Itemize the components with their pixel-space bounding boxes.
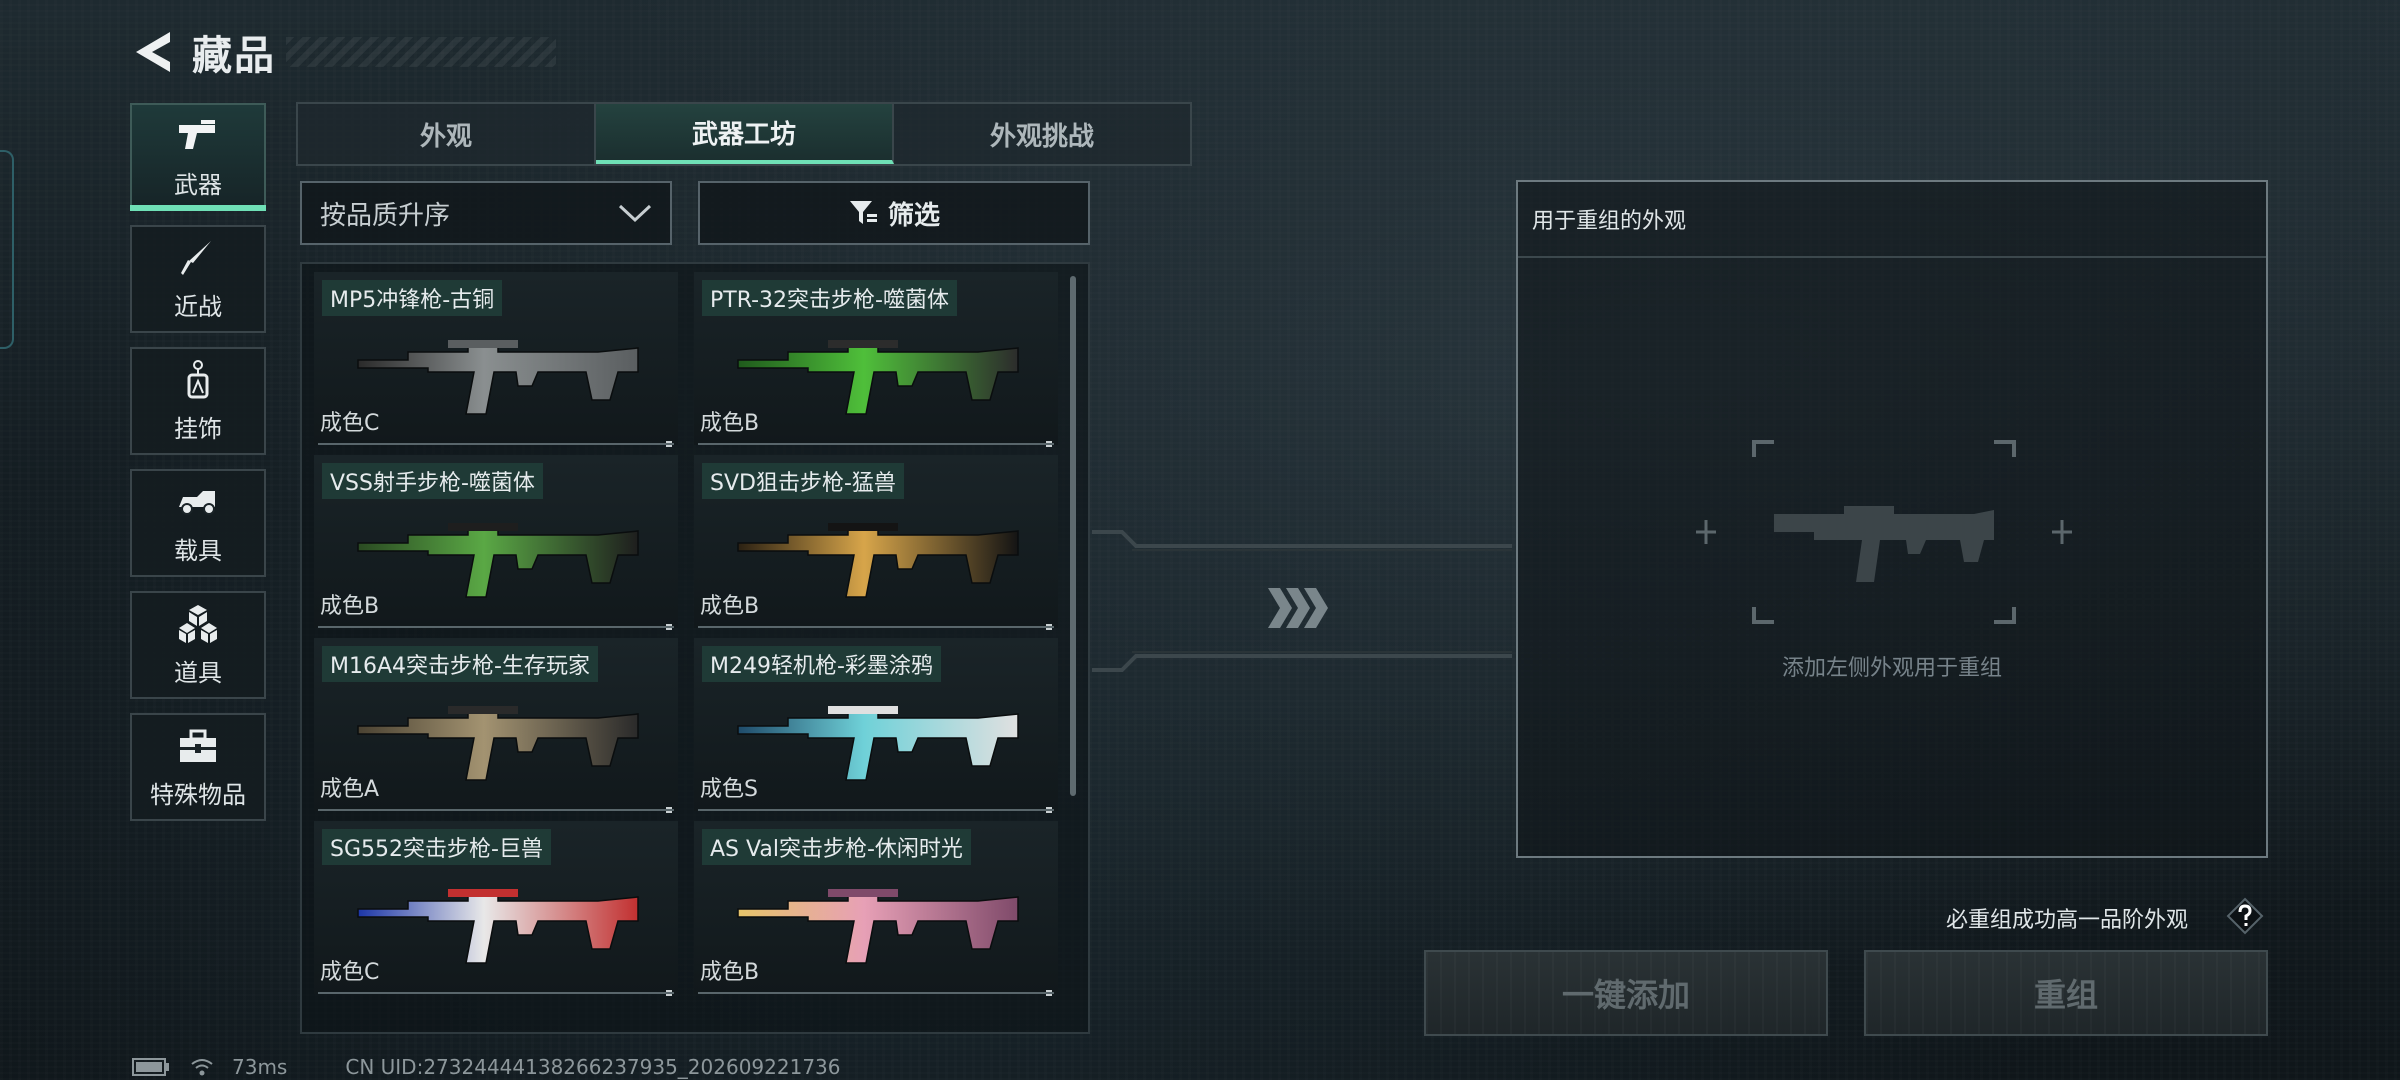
skin-grade: 成色A: [320, 777, 380, 802]
recombine-label: 重组: [2033, 976, 2098, 1014]
charm-icon: [187, 359, 209, 398]
weapon-image: [737, 889, 1019, 964]
weapon-image: [357, 340, 639, 415]
tab-weapon-workshop[interactable]: 武器工坊: [596, 104, 894, 164]
skin-card[interactable]: SVD狙击步枪-猛兽成色B: [694, 455, 1058, 630]
back-arrow-icon[interactable]: [130, 28, 174, 76]
weapon-image: [737, 340, 1019, 415]
weapon-image: [357, 889, 639, 964]
ping-value: 73ms: [232, 1055, 288, 1079]
skin-card[interactable]: VSS射手步枪-噬菌体成色B: [314, 455, 678, 630]
page-title: 藏品: [192, 33, 276, 79]
weapon-image: [357, 706, 639, 781]
skin-grade: 成色B: [700, 960, 760, 985]
skin-list[interactable]: MP5冲锋枪-古铜 成色C PTR-32突击步枪-噬菌体 成色B VSS射手步枪-噬菌体…: [300, 262, 1090, 1034]
list-scrollbar[interactable]: [1070, 276, 1076, 796]
skin-card[interactable]: PTR-32突击步枪-噬菌体成色B: [694, 272, 1058, 447]
category-charm[interactable]: 挂饰: [130, 347, 266, 455]
category-label: 载具: [174, 536, 222, 565]
skin-name: M16A4突击步枪-生存玩家: [322, 646, 598, 682]
tab-appearance-challenge[interactable]: 外观挑战: [894, 104, 1190, 164]
recombine-button[interactable]: 重组: [1864, 950, 2268, 1036]
skin-grade: 成色C: [320, 960, 380, 985]
skin-name: MP5冲锋枪-古铜: [322, 280, 503, 316]
category-label: 武器: [174, 170, 222, 199]
skin-name: SVD狙击步枪-猛兽: [702, 463, 904, 499]
tab-bar: 外观 武器工坊 外观挑战: [296, 102, 1192, 166]
page-header: 藏品: [130, 22, 556, 82]
filter-label: 筛选: [887, 200, 940, 231]
skin-card[interactable]: M249轻机枪-彩墨涂鸦成色S: [694, 638, 1058, 813]
user-uid: CN UID:27324444138266237935_202609221736: [345, 1055, 841, 1079]
recombine-header: 用于重组的外观: [1518, 182, 2266, 258]
side-drawer-handle[interactable]: [0, 150, 14, 349]
filter-button[interactable]: 筛选: [698, 181, 1090, 245]
chevron-right-icon: [1268, 588, 1328, 628]
category-weapon[interactable]: 武器: [130, 103, 266, 211]
weapon-image: [357, 523, 639, 598]
category-label: 特殊物品: [150, 780, 246, 809]
category-melee[interactable]: 近战: [130, 225, 266, 333]
skin-name: SG552突击步枪-巨兽: [322, 829, 551, 865]
add-all-label: 一键添加: [1561, 976, 1690, 1014]
skin-card[interactable]: MP5冲锋枪-古铜成色C: [314, 272, 678, 447]
category-items[interactable]: 道具: [130, 591, 266, 699]
knife-icon: [181, 240, 211, 275]
add-all-button[interactable]: 一键添加: [1424, 950, 1828, 1036]
weapon-image: [737, 706, 1019, 781]
battery-icon: [132, 1058, 169, 1076]
sort-label: 按品质升序: [320, 200, 451, 231]
skin-name: AS Val突击步枪-休闲时光: [702, 829, 971, 865]
question-icon[interactable]: [2226, 897, 2264, 935]
skin-grade: 成色B: [700, 411, 760, 436]
tab-appearance[interactable]: 外观: [298, 104, 596, 164]
skin-grade: 成色B: [320, 594, 380, 619]
skin-name: M249轻机枪-彩墨涂鸦: [702, 646, 941, 682]
skin-grade: 成色C: [320, 411, 380, 436]
category-vehicle[interactable]: 载具: [130, 469, 266, 577]
filter-icon: [849, 201, 877, 224]
recombine-panel: 用于重组的外观 添加左侧外观用于重组: [1516, 180, 2268, 858]
category-label: 道具: [174, 658, 222, 687]
category-label: 近战: [174, 292, 222, 321]
skin-card[interactable]: SG552突击步枪-巨兽成色C: [314, 821, 678, 996]
skin-grade: 成色S: [700, 777, 758, 802]
skin-card[interactable]: M16A4突击步枪-生存玩家成色A: [314, 638, 678, 813]
category-sidebar: 武器 近战 挂饰 载具 道具 特殊物品: [130, 103, 266, 835]
pistol-icon: [179, 119, 215, 149]
wifi-icon: [191, 1059, 213, 1076]
recombine-rule: 必重组成功高一品阶外观: [1946, 908, 2189, 933]
skin-grid: MP5冲锋枪-古铜 成色C PTR-32突击步枪-噬菌体 成色B VSS射手步枪-噬菌体…: [314, 272, 1060, 996]
status-bar: 73ms CN UID:27324444138266237935_2026092…: [132, 1054, 841, 1080]
chevron-down-icon: [618, 204, 652, 223]
skin-card[interactable]: AS Val突击步枪-休闲时光成色B: [694, 821, 1058, 996]
vehicle-icon: [179, 490, 215, 515]
title-decoration: [286, 37, 556, 67]
transfer-connector: [1092, 530, 1512, 672]
weapon-placeholder-icon[interactable]: [1694, 432, 2074, 632]
toolbox-icon: [180, 729, 216, 762]
weapon-image: [737, 523, 1019, 598]
category-label: 挂饰: [174, 414, 222, 443]
skin-grade: 成色B: [700, 594, 760, 619]
cubes-icon: [179, 604, 217, 643]
recombine-hint: 添加左侧外观用于重组: [1781, 656, 2002, 681]
skin-name: PTR-32突击步枪-噬菌体: [702, 280, 957, 316]
skin-name: VSS射手步枪-噬菌体: [322, 463, 543, 499]
category-special[interactable]: 特殊物品: [130, 713, 266, 821]
sort-dropdown[interactable]: 按品质升序: [300, 181, 672, 245]
